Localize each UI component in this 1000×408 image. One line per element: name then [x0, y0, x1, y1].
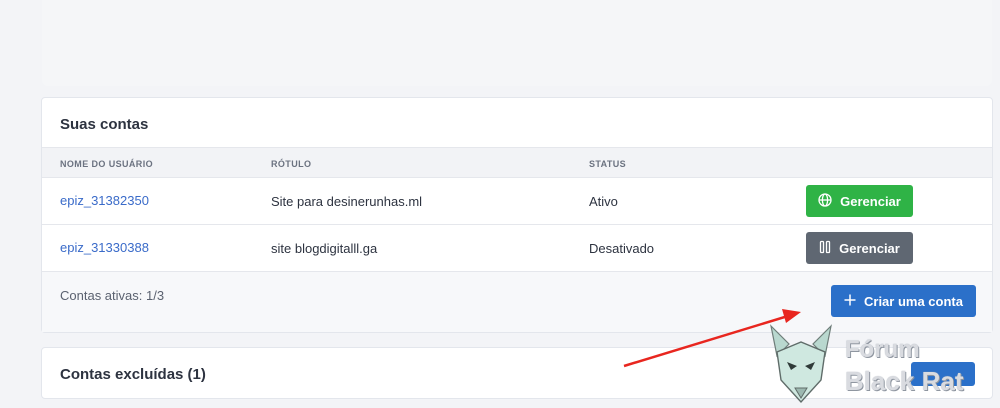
forum-watermark: Fórum Black Rat: [755, 322, 995, 408]
watermark-line2: Black Rat: [845, 366, 964, 396]
rat-logo-icon: [770, 324, 832, 404]
watermark-line1: Fórum: [845, 336, 920, 363]
